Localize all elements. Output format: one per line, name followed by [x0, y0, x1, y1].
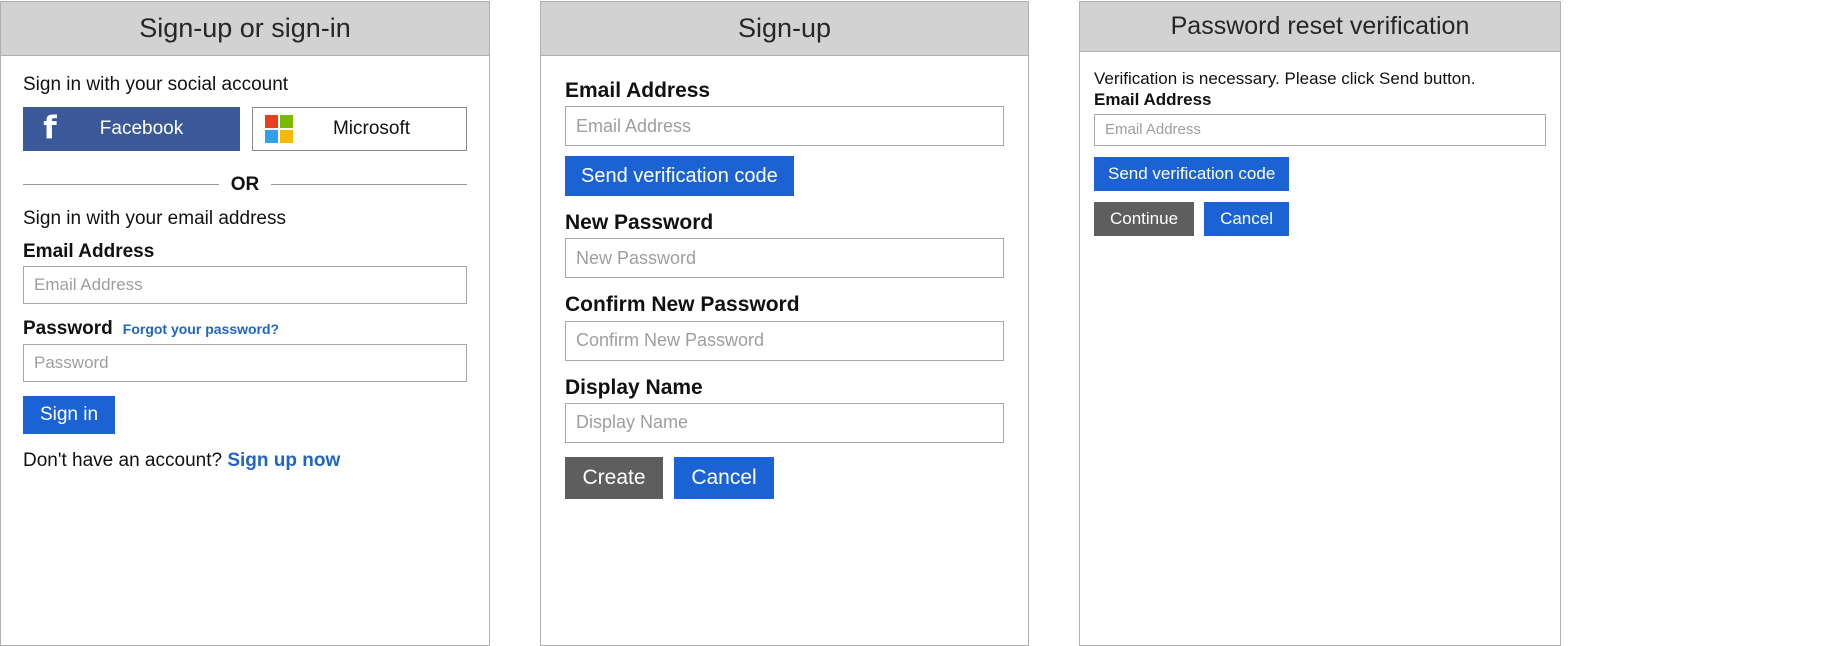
- signup-prompt: Don't have an account? Sign up now: [23, 450, 467, 472]
- confirm-new-password-label: Confirm New Password: [565, 293, 800, 317]
- new-password-label: New Password: [565, 211, 714, 235]
- sign-in-button[interactable]: Sign in: [23, 396, 115, 435]
- page-title-reset: Password reset verification: [1170, 12, 1470, 40]
- panel-signup: Sign-up Email Address Send verification …: [540, 1, 1029, 646]
- facebook-button-label: Facebook: [99, 117, 184, 139]
- panel-password-reset-verification: Password reset verification Verification…: [1079, 1, 1561, 646]
- email-signin-heading: Sign in with your email address: [23, 207, 286, 229]
- sign-up-now-link[interactable]: Sign up now: [227, 450, 340, 471]
- cancel-button-reset[interactable]: Cancel: [1204, 201, 1289, 236]
- signup-email-input[interactable]: [565, 106, 1004, 147]
- no-account-text: Don't have an account?: [23, 450, 223, 472]
- email-input[interactable]: [23, 266, 467, 305]
- panel-body-reset: Verification is necessary. Please click …: [1080, 52, 1560, 645]
- create-button[interactable]: Create: [565, 456, 663, 499]
- password-input[interactable]: [23, 344, 467, 383]
- divider-line-left: [23, 183, 219, 185]
- reset-email-input[interactable]: [1094, 113, 1546, 146]
- or-divider: OR: [23, 175, 467, 194]
- panel-header-signin: Sign-up or sign-in: [1, 2, 489, 56]
- facebook-f-icon: f: [43, 110, 57, 147]
- page-title-signup: Sign-up: [737, 13, 832, 43]
- social-buttons-row: f Facebook Microsoft: [23, 106, 467, 151]
- reset-actions-row: Continue Cancel: [1094, 201, 1546, 236]
- microsoft-signin-button[interactable]: Microsoft: [252, 106, 467, 151]
- cancel-button[interactable]: Cancel: [674, 456, 774, 499]
- new-password-input[interactable]: [565, 238, 1004, 279]
- email-field-label: Email Address: [23, 240, 155, 262]
- panel-header-reset: Password reset verification: [1080, 2, 1560, 52]
- divider-label: OR: [230, 173, 260, 195]
- confirm-new-password-input[interactable]: [565, 320, 1004, 361]
- password-label-row: Password Forgot your password?: [23, 318, 467, 341]
- microsoft-button-label: Microsoft: [332, 117, 411, 139]
- panel-body-signup: Email Address Send verification code New…: [541, 56, 1028, 645]
- panel-header-signup: Sign-up: [541, 2, 1028, 56]
- page-title: Sign-up or sign-in: [139, 13, 351, 43]
- signup-email-label: Email Address: [565, 79, 711, 102]
- facebook-signin-button[interactable]: f Facebook: [23, 106, 240, 151]
- verification-note: Verification is necessary. Please click …: [1094, 69, 1476, 88]
- divider-line-right: [271, 183, 467, 185]
- send-verification-code-button[interactable]: Send verification code: [565, 156, 794, 197]
- microsoft-squares-icon: [265, 114, 293, 143]
- panel-body-signin: Sign in with your social account f Faceb…: [1, 56, 489, 645]
- signup-actions-row: Create Cancel: [565, 456, 1004, 499]
- social-account-heading: Sign in with your social account: [23, 74, 289, 95]
- forgot-password-link[interactable]: Forgot your password?: [123, 321, 279, 337]
- continue-button[interactable]: Continue: [1094, 201, 1195, 236]
- password-field-label: Password: [23, 318, 113, 340]
- display-name-input[interactable]: [565, 402, 1004, 443]
- send-verification-code-button-reset[interactable]: Send verification code: [1094, 156, 1290, 191]
- screenshot-root: Sign-up or sign-in Sign in with your soc…: [0, 0, 1831, 646]
- display-name-label: Display Name: [565, 375, 703, 399]
- reset-email-label: Email Address: [1094, 90, 1212, 110]
- panel-signup-or-signin: Sign-up or sign-in Sign in with your soc…: [0, 1, 490, 646]
